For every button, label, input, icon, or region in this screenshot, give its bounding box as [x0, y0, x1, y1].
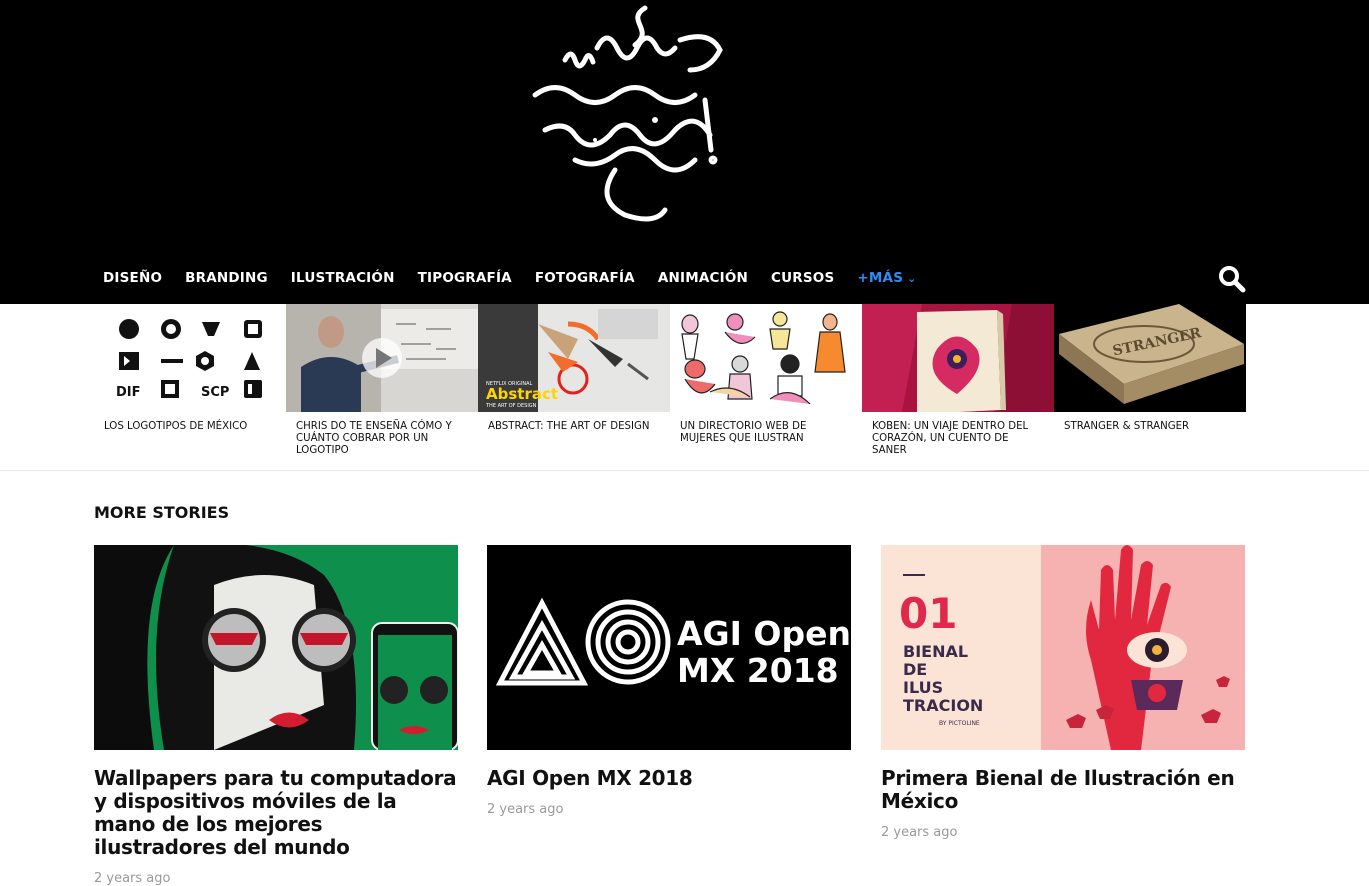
strip-item-caption: STRANGER & STRANGER [1064, 421, 1190, 432]
search-icon[interactable] [1218, 265, 1246, 293]
agi-line-1: AGI Open [677, 614, 851, 653]
story-meta: 2 years ago [94, 871, 171, 886]
strip-item-caption: ABSTRACT: THE ART OF DESIGN [488, 421, 650, 432]
strip-item[interactable]: NETFLIX ORIGINAL Abstract THE ART OF DES… [478, 304, 670, 470]
story-image-wallpapers[interactable] [94, 545, 458, 750]
svg-text:BIENAL: BIENAL [903, 642, 968, 661]
thumb-box: STRANGER [1054, 304, 1246, 412]
nav-more-label: +MÁS [857, 270, 904, 286]
site-header: DISEÑO BRANDING ILUSTRACIÓN TIPOGRAFÍA F… [0, 0, 1369, 304]
nav-item-cursos[interactable]: CURSOS [771, 270, 834, 286]
thumb-label: Abstract [486, 385, 558, 403]
story-meta: 2 years ago [881, 825, 958, 840]
nav-item-fotografia[interactable]: FOTOGRAFÍA [535, 270, 635, 286]
strip-item-caption: KOBEN: UN VIAJE DENTRO DEL CORAZÓN, UN C… [872, 421, 1029, 456]
thumb-sub: THE ART OF DESIGN [485, 403, 537, 409]
svg-text:BY PICTOLINE: BY PICTOLINE [939, 720, 980, 727]
svg-text:TRACION: TRACION [903, 696, 983, 715]
main-nav: DISEÑO BRANDING ILUSTRACIÓN TIPOGRAFÍA F… [103, 268, 940, 288]
story-title[interactable]: AGI Open MX 2018 [487, 767, 851, 790]
nav-item-animacion[interactable]: ANIMACIÓN [658, 270, 748, 286]
chevron-down-icon: ⌄ [907, 272, 917, 285]
strip-item[interactable]: KOBEN: UN VIAJE DENTRO DEL CORAZÓN, UN C… [862, 304, 1054, 470]
nav-item-ilustracion[interactable]: ILUSTRACIÓN [291, 270, 395, 286]
nav-item-branding[interactable]: BRANDING [185, 270, 268, 286]
strip-item[interactable]: UN DIRECTORIO WEB DE MUJERES QUE ILUSTRA… [670, 304, 862, 470]
logo-grid-dif: DIF [116, 385, 141, 400]
section-divider [0, 470, 1369, 471]
strip-item-caption: LOS LOGOTIPOS DE MÉXICO [104, 421, 248, 432]
svg-text:ILUS: ILUS [903, 678, 943, 697]
thumb-illustrations [670, 304, 862, 412]
story-card[interactable]: AGI Open MX 2018 AGI Open MX 2018 2 year… [487, 545, 851, 817]
section-title: MORE STORIES [94, 503, 230, 522]
featured-strip: DIF SCP LOS LOGOTIPOS DE MÉXICO CHRIS DO [94, 304, 1246, 470]
thumb-book [862, 304, 1054, 412]
nav-item-tipografia[interactable]: TIPOGRAFÍA [418, 270, 512, 286]
strip-item[interactable]: CHRIS DO TE ENSEÑA CÓMO Y CUÁNTO COBRAR … [286, 304, 478, 470]
story-card[interactable]: 01 BIENAL DE ILUS TRACION BY PICTOLINE P… [881, 545, 1245, 840]
bienal-number: 01 [899, 589, 957, 638]
logo-grid-scp: SCP [201, 385, 229, 400]
story-title[interactable]: Primera Bienal de Ilustración en México [881, 767, 1245, 813]
story-meta: 2 years ago [487, 802, 564, 817]
nav-item-diseno[interactable]: DISEÑO [103, 270, 162, 286]
story-title[interactable]: Wallpapers para tu computadora y disposi… [94, 767, 458, 859]
thumb-video [286, 304, 478, 412]
strip-item[interactable]: STRANGER STRANGER & STRANGER [1054, 304, 1246, 470]
strip-item-caption: UN DIRECTORIO WEB DE MUJERES QUE ILUSTRA… [680, 421, 807, 444]
nav-more-dropdown[interactable]: +MÁS ⌄ [857, 270, 916, 286]
thumb-logo-grid: DIF SCP [94, 304, 286, 412]
strip-item[interactable]: DIF SCP LOS LOGOTIPOS DE MÉXICO [94, 304, 286, 470]
thumb-abstract: NETFLIX ORIGINAL Abstract THE ART OF DES… [478, 304, 670, 412]
story-image-bienal[interactable]: 01 BIENAL DE ILUS TRACION BY PICTOLINE [881, 545, 1245, 750]
story-image-agi[interactable]: AGI Open MX 2018 [487, 545, 851, 750]
strip-item-caption: CHRIS DO TE ENSEÑA CÓMO Y CUÁNTO COBRAR … [296, 421, 452, 456]
svg-text:DE: DE [903, 660, 927, 679]
story-card[interactable]: Wallpapers para tu computadora y disposi… [94, 545, 458, 886]
agi-line-2: MX 2018 [677, 651, 839, 690]
site-logo[interactable] [505, 0, 735, 232]
